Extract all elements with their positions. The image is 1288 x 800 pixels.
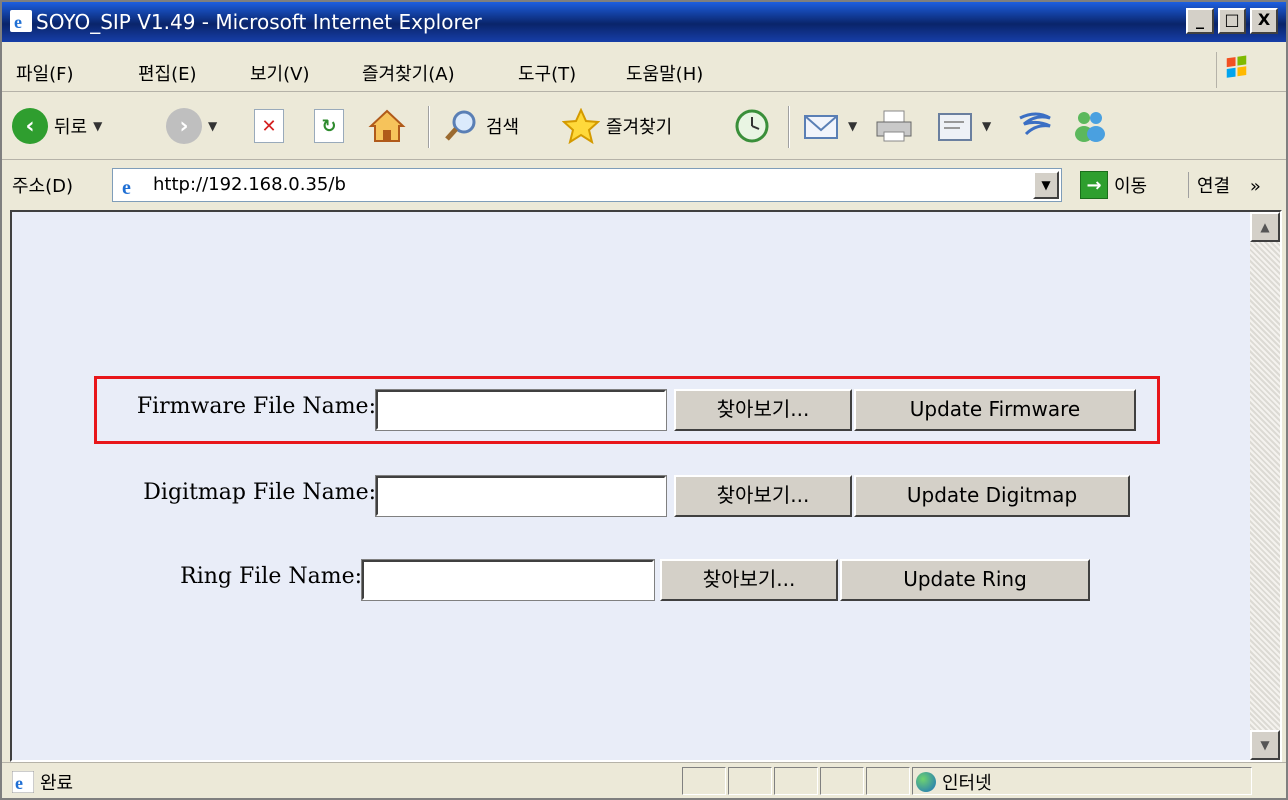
toolbar: ‹ 뒤로 ▼ › ▼ ✕ ↻ 검색 즐겨찾기 ▼ ▼	[2, 94, 1286, 160]
go-arrow-icon: →	[1080, 171, 1108, 199]
stop-icon: ✕	[254, 109, 284, 143]
address-url: http://192.168.0.35/b	[153, 174, 346, 195]
chevron-down-icon[interactable]: ▼	[93, 119, 102, 133]
chevron-down-icon[interactable]: ▼	[848, 119, 857, 133]
go-button[interactable]: → 이동	[1080, 170, 1147, 200]
refresh-button[interactable]: ↻	[314, 108, 344, 144]
search-button[interactable]: 검색	[442, 108, 519, 144]
globe-icon	[916, 772, 936, 792]
title-bar: e SOYO_SIP V1.49 - Microsoft Internet Ex…	[2, 2, 1286, 42]
svg-text:e: e	[122, 177, 131, 198]
links-toolbar[interactable]: 연결 »	[1188, 172, 1261, 198]
svg-text:e: e	[14, 12, 22, 32]
back-button[interactable]: ‹ 뒤로 ▼	[12, 108, 102, 144]
links-label: 연결	[1197, 176, 1231, 197]
discuss-icon	[1019, 112, 1051, 136]
search-label: 검색	[486, 117, 520, 138]
print-icon	[876, 110, 912, 142]
zone-text: 인터넷	[942, 773, 992, 794]
status-text: 완료	[40, 773, 74, 794]
status-bar: e 완료 인터넷	[2, 762, 1286, 798]
svg-text:e: e	[15, 773, 23, 793]
edit-button[interactable]: ▼	[936, 108, 991, 144]
scroll-down-button[interactable]: ▼	[1250, 730, 1280, 760]
chevron-down-icon[interactable]: ▼	[982, 119, 991, 133]
update-digitmap-button[interactable]: Update Digitmap	[854, 475, 1130, 517]
ring-browse-button[interactable]: 찾아보기...	[660, 559, 838, 601]
window-title: SOYO_SIP V1.49 - Microsoft Internet Expl…	[36, 10, 482, 34]
status-cell	[774, 767, 818, 795]
digitmap-label: Digitmap File Name:	[143, 480, 376, 505]
status-zone: 인터넷	[916, 769, 992, 795]
update-firmware-button[interactable]: Update Firmware	[854, 389, 1136, 431]
address-bar: 주소(D) e http://192.168.0.35/b ▼ → 이동 연결 …	[2, 162, 1286, 208]
digitmap-file-input[interactable]	[375, 475, 667, 517]
firmware-browse-button[interactable]: 찾아보기...	[674, 389, 852, 431]
refresh-icon: ↻	[314, 109, 344, 143]
ie-icon: e	[10, 10, 32, 32]
mail-icon	[804, 115, 838, 139]
close-button[interactable]: X	[1250, 8, 1278, 34]
favorites-star-icon	[562, 108, 600, 144]
address-input[interactable]: e http://192.168.0.35/b ▼	[112, 168, 1062, 202]
menu-file[interactable]: 파일(F)	[16, 60, 74, 86]
home-icon	[368, 109, 406, 142]
discuss-button[interactable]	[1016, 108, 1056, 144]
chevron-down-icon[interactable]: ▼	[1033, 171, 1059, 199]
page-icon: e	[12, 771, 34, 793]
digitmap-row: Digitmap File Name: 찾아보기... Update Digit…	[12, 472, 1212, 522]
home-button[interactable]	[368, 108, 406, 144]
menu-help[interactable]: 도움말(H)	[626, 60, 703, 86]
menu-bar: 파일(F) 편집(E) 보기(V) 즐겨찾기(A) 도구(T) 도움말(H)	[2, 46, 1286, 92]
status-cell	[866, 767, 910, 795]
menu-favorites[interactable]: 즐겨찾기(A)	[362, 60, 455, 86]
maximize-button[interactable]: □	[1218, 8, 1246, 34]
address-label: 주소(D)	[12, 176, 74, 197]
messenger-button[interactable]	[1070, 108, 1110, 144]
update-ring-button[interactable]: Update Ring	[840, 559, 1090, 601]
search-icon	[445, 110, 476, 141]
go-label: 이동	[1114, 176, 1148, 197]
windows-logo-icon	[1216, 52, 1247, 88]
menu-tools[interactable]: 도구(T)	[518, 60, 576, 86]
digitmap-browse-button[interactable]: 찾아보기...	[674, 475, 852, 517]
firmware-row: Firmware File Name: 찾아보기... Update Firmw…	[12, 386, 1212, 436]
mail-button[interactable]: ▼	[802, 108, 857, 144]
menu-edit[interactable]: 편집(E)	[138, 60, 197, 86]
ring-label: Ring File Name:	[180, 564, 362, 589]
links-chevron: »	[1249, 176, 1261, 197]
forward-button[interactable]: › ▼	[166, 108, 217, 144]
status-cell	[682, 767, 726, 795]
history-button[interactable]	[732, 108, 772, 144]
page-content: Firmware File Name: 찾아보기... Update Firmw…	[10, 210, 1282, 762]
scroll-up-button[interactable]: ▲	[1250, 212, 1280, 242]
firmware-label: Firmware File Name:	[136, 394, 376, 419]
favorites-label: 즐겨찾기	[606, 117, 673, 138]
status-done: e 완료	[12, 769, 73, 795]
minimize-button[interactable]: _	[1186, 8, 1214, 34]
stop-button[interactable]: ✕	[254, 108, 284, 144]
print-button[interactable]	[874, 108, 914, 144]
favorites-button[interactable]: 즐겨찾기	[562, 108, 672, 144]
ring-row: Ring File Name: 찾아보기... Update Ring	[12, 556, 1212, 606]
firmware-file-input[interactable]	[375, 389, 667, 431]
back-icon: ‹	[12, 108, 48, 144]
menu-view[interactable]: 보기(V)	[250, 60, 309, 86]
messenger-icon	[1075, 112, 1105, 142]
edit-icon	[938, 113, 972, 141]
status-cell	[820, 767, 864, 795]
page-icon: e	[119, 174, 143, 198]
back-label: 뒤로	[54, 117, 88, 138]
forward-icon: ›	[166, 108, 202, 144]
browser-window: e SOYO_SIP V1.49 - Microsoft Internet Ex…	[0, 0, 1288, 800]
history-icon	[735, 109, 769, 143]
ring-file-input[interactable]	[361, 559, 655, 601]
status-cell	[728, 767, 772, 795]
vertical-scrollbar[interactable]: ▲ ▼	[1250, 212, 1280, 760]
chevron-down-icon[interactable]: ▼	[208, 119, 217, 133]
